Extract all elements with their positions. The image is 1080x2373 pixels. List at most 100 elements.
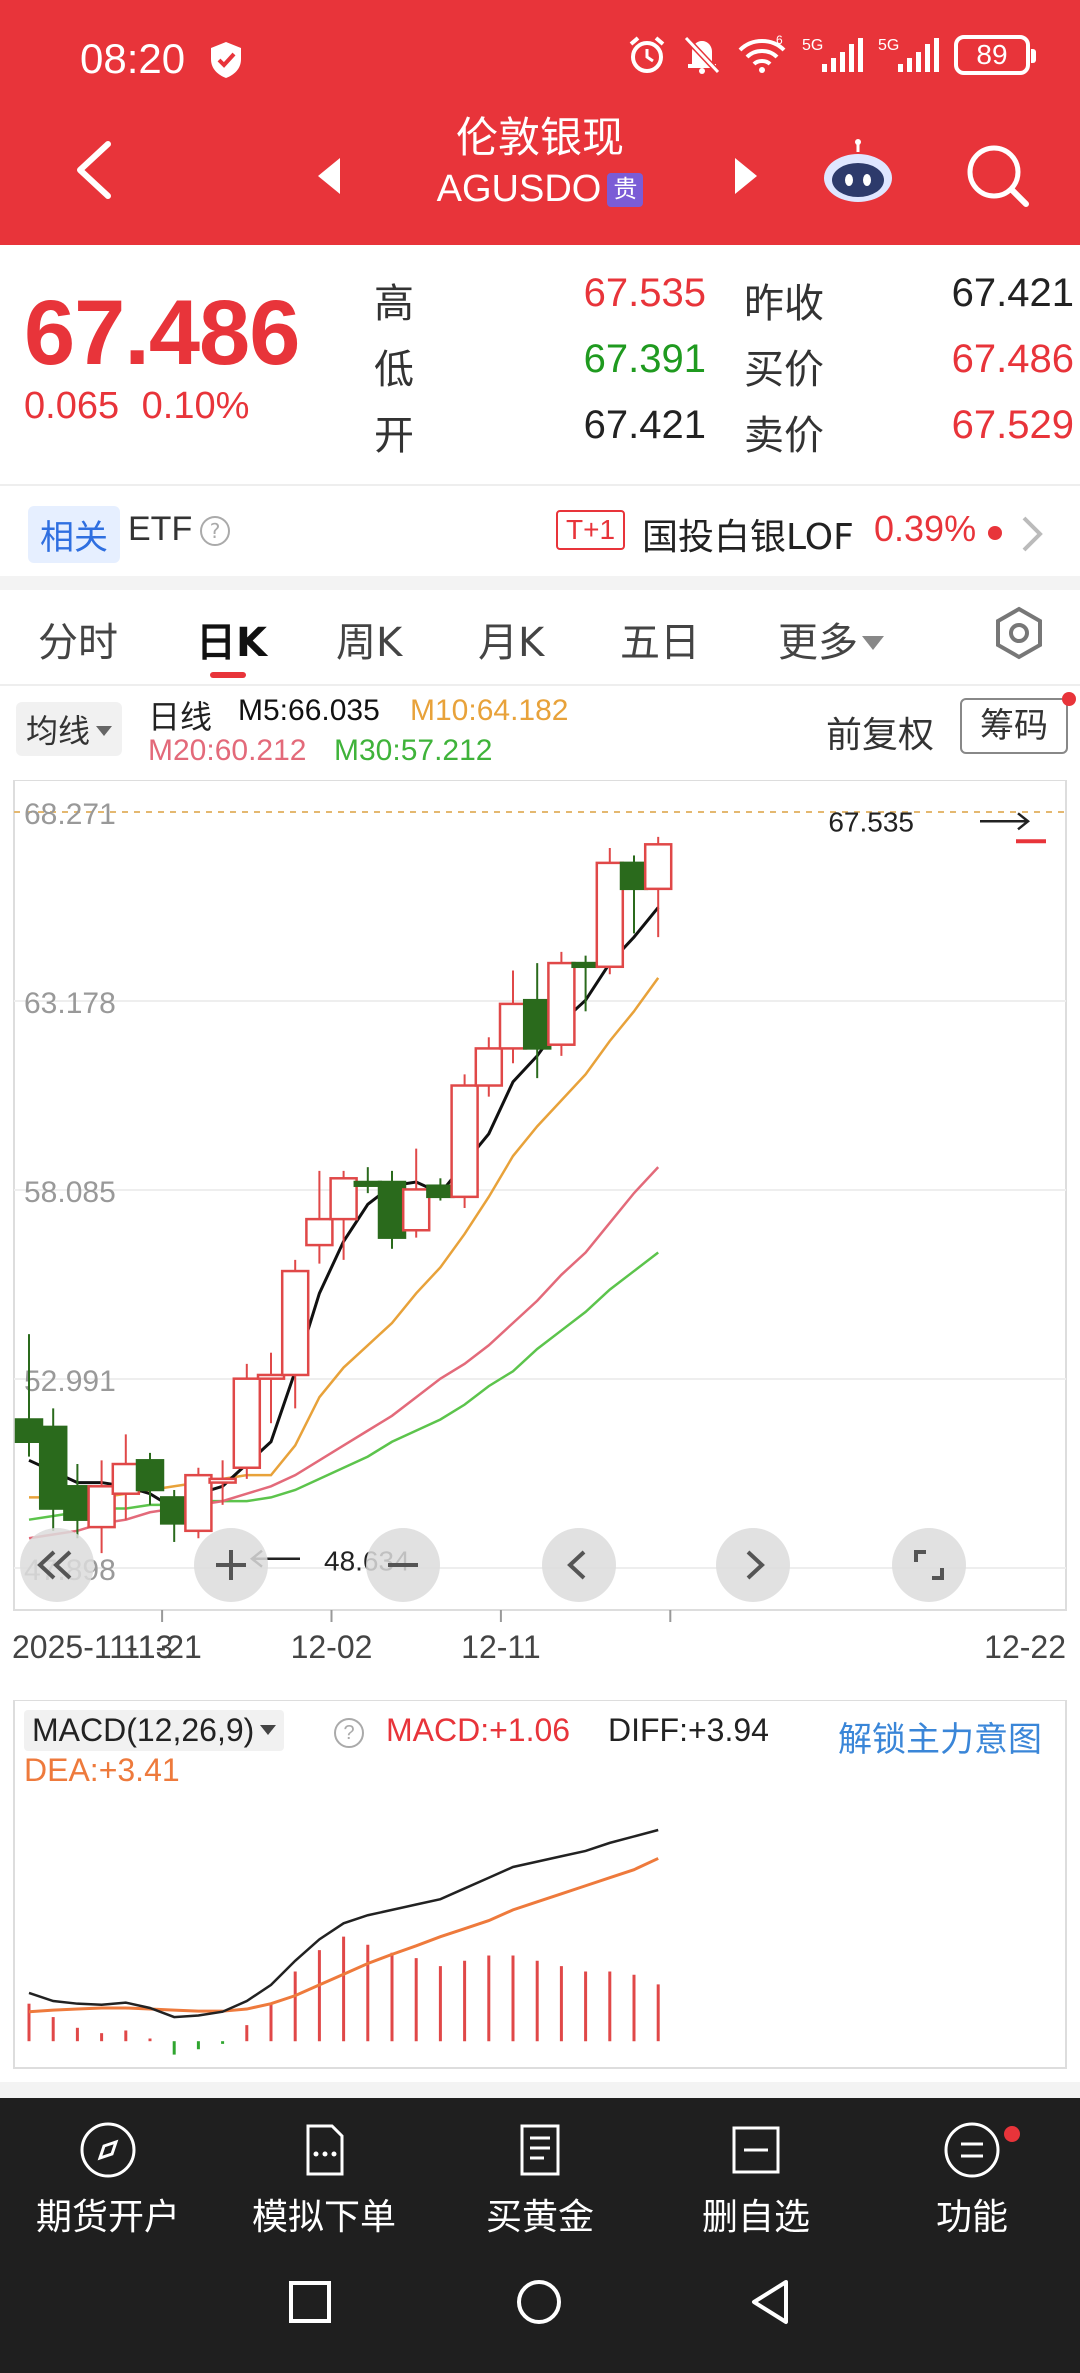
stat-value-bid: 67.486 — [951, 337, 1074, 381]
caret-down-icon — [862, 636, 884, 650]
price-change: 0.065 — [24, 385, 120, 427]
remove-watchlist-icon — [732, 2126, 780, 2174]
tab-five-day[interactable]: 五日 — [620, 610, 700, 668]
ma-kind: 日线 — [148, 699, 213, 735]
recent-apps-icon[interactable] — [288, 2280, 332, 2324]
candle-body — [280, 1269, 310, 1377]
divider — [0, 484, 1080, 486]
candle-body — [547, 961, 576, 1046]
fund-change-pct: 0.39% — [874, 508, 977, 549]
network-type-text: 6 — [776, 34, 783, 47]
stat-label-bid: 买价 — [744, 347, 824, 393]
candle-body — [450, 1084, 479, 1199]
candle-body — [135, 1459, 165, 1492]
nav-remove-watchlist[interactable]: 删自选 — [648, 2120, 864, 2240]
x-tick-label: 12-02 — [291, 1629, 373, 1665]
adjust-mode[interactable]: 前复权 — [826, 706, 934, 758]
related-etf-row[interactable]: 相关 ETF ? T+1 国投白银LOF 0.39% — [0, 490, 1080, 576]
nav-functions[interactable]: 功能 — [864, 2120, 1080, 2240]
period-tabs: 分时 日K 周K 月K 五日 更多 — [0, 588, 1080, 684]
tab-daily-k[interactable]: 日K — [196, 610, 267, 668]
document-icon — [520, 2124, 560, 2176]
home-icon[interactable] — [515, 2278, 563, 2326]
ma-m30: M30:57.212 — [334, 734, 493, 767]
candle-body — [256, 1373, 286, 1380]
candle-body — [522, 998, 552, 1050]
quote-panel: 67.486 0.065 0.10% 高 低 开 67.535 67.391 6… — [0, 245, 1080, 485]
chevron-right-icon[interactable] — [1020, 514, 1044, 554]
candle-body — [401, 1188, 431, 1232]
status-icons: 6 5G 5G 89 — [626, 34, 1036, 76]
tab-weekly-k[interactable]: 周K — [336, 610, 402, 668]
chip-distribution-button[interactable]: 筹码 — [960, 698, 1068, 754]
caret-down-icon — [96, 726, 113, 736]
high-price-marker: 67.535 — [828, 806, 914, 837]
candle-body — [159, 1496, 189, 1525]
nav-buy-gold[interactable]: 买黄金 — [432, 2120, 648, 2240]
y-tick-label: 63.178 — [24, 987, 116, 1020]
scroll-right-button[interactable] — [716, 1528, 790, 1602]
x-tick-label: 12-22 — [984, 1629, 1066, 1665]
candle-body — [232, 1377, 262, 1469]
nav-futures-account[interactable]: 期货开户 — [0, 2120, 216, 2240]
stat-label-ask: 卖价 — [744, 413, 824, 459]
nav-simulate-order[interactable]: 模拟下单 — [216, 2120, 432, 2240]
signal-5g-icon: 5G — [802, 37, 863, 72]
ma-m10: M10:64.182 — [410, 694, 569, 727]
candle-body — [87, 1485, 116, 1529]
fullscreen-button[interactable] — [892, 1528, 966, 1602]
fund-name[interactable]: 国投白银LOF — [642, 508, 854, 560]
scroll-left-button[interactable] — [542, 1528, 616, 1602]
notification-dot — [1004, 2126, 1020, 2142]
minus-icon — [388, 1563, 418, 1567]
section-gap — [0, 2082, 1080, 2098]
svg-text:5G: 5G — [878, 37, 899, 54]
candle-body — [474, 1047, 504, 1087]
status-dot — [988, 526, 1002, 540]
macd-chart[interactable] — [0, 1700, 1080, 2080]
plus-icon — [216, 1550, 246, 1580]
scroll-far-left-button[interactable] — [20, 1528, 94, 1602]
zoom-in-button[interactable] — [194, 1528, 268, 1602]
candle-body — [184, 1473, 213, 1533]
high-arrow-icon — [980, 812, 1031, 831]
candle-body — [329, 1177, 358, 1221]
active-tab-indicator — [210, 672, 246, 678]
stat-label-high: 高 — [374, 281, 414, 327]
alarm-icon — [629, 36, 665, 73]
compass-icon — [80, 2122, 136, 2178]
candle-body — [14, 1418, 44, 1444]
menu-icon — [944, 2122, 1000, 2178]
ma-legend-row: 均线 日线 M5:66.035 M10:64.182 M20:60.212 M3… — [0, 690, 1080, 770]
svg-text:5G: 5G — [802, 37, 823, 54]
tab-monthly-k[interactable]: 月K — [478, 610, 544, 668]
chevron-right-icon — [746, 1550, 765, 1580]
ma-m5: M5:66.035 — [238, 694, 380, 727]
settings-icon[interactable] — [992, 606, 1046, 660]
battery-icon: 89 — [954, 35, 1036, 75]
candle-body — [571, 961, 600, 969]
stat-label-low: 低 — [374, 347, 414, 393]
last-price: 67.486 — [24, 282, 300, 384]
stat-label-open: 开 — [374, 413, 414, 459]
candle-body — [426, 1184, 455, 1199]
y-tick-label: 58.085 — [24, 1176, 116, 1209]
help-icon[interactable]: ? — [200, 516, 230, 546]
related-tag: 相关 — [28, 506, 120, 563]
search-icon[interactable] — [962, 140, 1032, 210]
candle-body — [377, 1180, 407, 1239]
system-back-icon[interactable] — [748, 2278, 792, 2326]
stat-value-prev-close: 67.421 — [951, 271, 1074, 315]
wifi-icon: 6 — [738, 34, 786, 73]
candle-body — [619, 861, 649, 891]
tab-more[interactable]: 更多 — [778, 610, 884, 668]
zoom-out-button[interactable] — [366, 1528, 440, 1602]
tab-intraday[interactable]: 分时 — [38, 610, 118, 668]
next-symbol-button[interactable] — [735, 158, 757, 194]
fullscreen-icon — [914, 1550, 944, 1580]
indicator-select[interactable]: 均线 — [16, 702, 123, 756]
candle-body — [38, 1425, 68, 1510]
assistant-robot-icon[interactable] — [820, 138, 896, 206]
t1-badge: T+1 — [556, 510, 626, 550]
bottom-navigation: 期货开户 模拟下单 买黄金 删自选 功能 — [0, 2098, 1080, 2373]
